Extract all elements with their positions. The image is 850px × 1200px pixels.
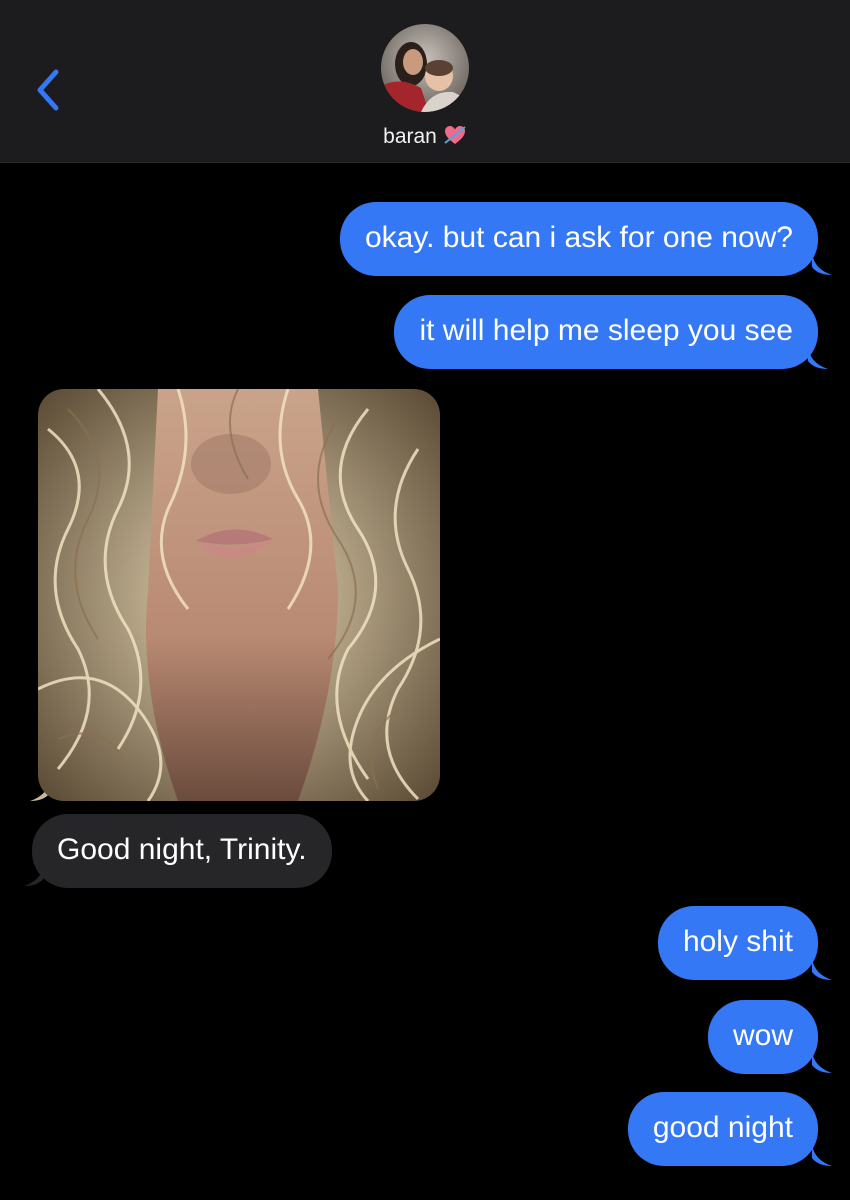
- message-bubble-sent[interactable]: okay. but can i ask for one now?: [339, 202, 818, 276]
- message-text: Good night, Trinity.: [57, 833, 307, 866]
- message-text: okay. but can i ask for one now?: [364, 221, 793, 254]
- chevron-left-icon: [37, 69, 59, 111]
- received-photo[interactable]: [38, 389, 440, 801]
- message-text: wow: [732, 1019, 793, 1052]
- message-text: holy shit: [682, 925, 793, 958]
- message-bubble-sent[interactable]: wow: [707, 1000, 818, 1074]
- bubble-tail: [808, 347, 828, 369]
- photo-image: [38, 389, 440, 801]
- bubble-tail: [24, 864, 44, 886]
- bubble-tail: [812, 1144, 832, 1166]
- message-bubble-sent[interactable]: holy shit: [657, 906, 818, 980]
- bubble-tail: [812, 1051, 832, 1073]
- contact-avatar-image: [381, 24, 469, 112]
- message-text: good night: [652, 1111, 793, 1144]
- message-bubble-sent[interactable]: good night: [627, 1092, 818, 1166]
- message-bubble-received[interactable]: Good night, Trinity.: [32, 814, 332, 888]
- bubble-tail: [812, 253, 832, 275]
- conversation-header: baran: [0, 0, 850, 163]
- message-text: it will help me sleep you see: [419, 314, 793, 347]
- message-bubble-sent[interactable]: it will help me sleep you see: [394, 295, 828, 369]
- heart-with-arrow-icon: [443, 123, 467, 147]
- bubble-tail: [812, 958, 832, 980]
- avatar[interactable]: [381, 24, 469, 112]
- contact-name-row[interactable]: baran: [0, 124, 850, 150]
- contact-name: baran: [383, 125, 437, 148]
- back-button[interactable]: [26, 62, 70, 118]
- photo-message[interactable]: [30, 389, 440, 801]
